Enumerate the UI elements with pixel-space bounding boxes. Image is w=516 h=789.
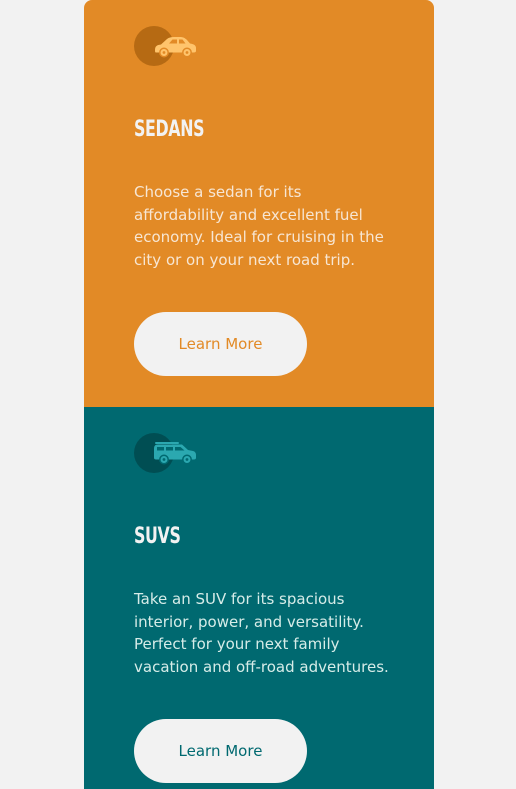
suv-car-icon bbox=[154, 442, 196, 465]
sedan-car-icon bbox=[155, 37, 196, 58]
suv-icon-badge bbox=[134, 433, 200, 473]
sedan-icon-badge bbox=[134, 26, 200, 66]
sedans-learn-more-button[interactable]: Learn More bbox=[134, 312, 307, 376]
suvs-description: Take an SUV for its spacious interior, p… bbox=[134, 590, 389, 676]
suvs-card: SUVS Take an SUV for its spacious interi… bbox=[84, 407, 434, 789]
sedans-card: SEDANS Choose a sedan for its affordabil… bbox=[84, 0, 434, 407]
sedans-description: Choose a sedan for its affordability and… bbox=[134, 183, 384, 269]
suvs-learn-more-button[interactable]: Learn More bbox=[134, 719, 307, 783]
sedans-title: SEDANS bbox=[134, 117, 205, 142]
suvs-title: SUVS bbox=[134, 524, 181, 549]
